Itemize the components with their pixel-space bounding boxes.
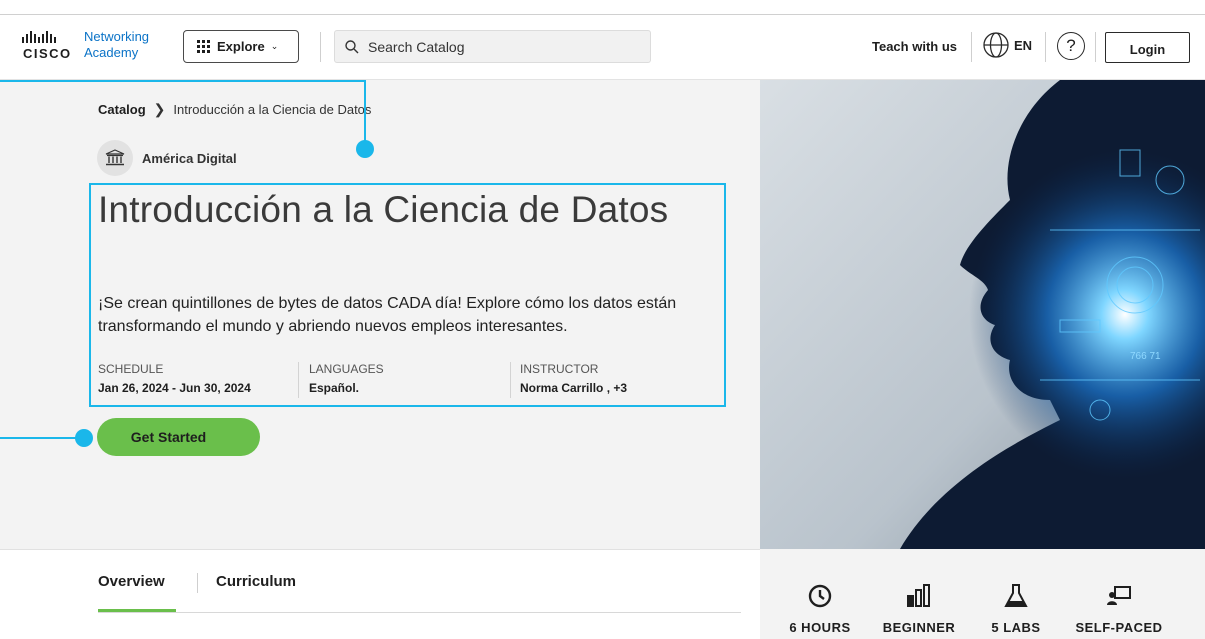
- login-button[interactable]: Login: [1105, 32, 1190, 63]
- breadcrumb: Catalog ❯ Introducción a la Ciencia de D…: [98, 101, 371, 118]
- flask-icon: [971, 580, 1061, 612]
- level-bars-icon: [874, 580, 964, 612]
- organization-name: América Digital: [142, 150, 237, 166]
- tabs-baseline: [98, 612, 741, 613]
- self-paced-icon: [1074, 580, 1164, 612]
- search-box[interactable]: [334, 30, 651, 63]
- callout-line: [364, 80, 366, 148]
- help-button[interactable]: ?: [1057, 32, 1085, 60]
- tabs-bar: [0, 549, 760, 639]
- instructor-block: INSTRUCTOR Norma Carrillo , +3: [520, 362, 627, 395]
- explore-button[interactable]: Explore ⌄: [183, 30, 299, 63]
- stat-level-label: BEGINNER: [882, 620, 956, 635]
- stat-pace-label: SELF-PACED: [1075, 620, 1163, 635]
- hero-image-number: 766 71: [1130, 351, 1161, 362]
- globe-icon: [983, 32, 1009, 58]
- callout-dot: [75, 429, 93, 447]
- stat-pace: SELF-PACED: [1074, 580, 1164, 635]
- header-divider: [971, 32, 972, 62]
- organization-badge: América Digital: [97, 140, 237, 176]
- meta-divider: [298, 362, 299, 398]
- get-started-button[interactable]: Get Started: [97, 418, 260, 456]
- stat-duration-label: 6 HOURS: [789, 620, 851, 635]
- stat-level: BEGINNER: [874, 580, 964, 635]
- logo-line-networking: Networking: [84, 29, 150, 44]
- hero-image: 766 71: [760, 80, 1205, 549]
- language-selector[interactable]: EN: [982, 31, 1032, 59]
- breadcrumb-catalog-link[interactable]: Catalog: [98, 102, 146, 117]
- netacad-logo[interactable]: cisco Networking Academy: [22, 29, 172, 65]
- languages-value: Español.: [309, 381, 360, 395]
- header-divider: [320, 32, 321, 62]
- teach-with-us-link[interactable]: Teach with us: [872, 39, 957, 54]
- callout-line: [0, 437, 84, 439]
- course-title: Introducción a la Ciencia de Datos: [98, 189, 669, 230]
- language-label: EN: [1014, 37, 1033, 53]
- schedule-label: SCHEDULE: [98, 362, 164, 376]
- header-divider: [1095, 32, 1096, 62]
- tab-overview[interactable]: Overview: [98, 573, 165, 590]
- instructor-label: INSTRUCTOR: [520, 362, 599, 376]
- callout-line: [0, 80, 366, 82]
- meta-divider: [510, 362, 511, 398]
- languages-label: LANGUAGES: [309, 362, 384, 376]
- top-navigation-bar: cisco Networking Academy Explore ⌄ Teach…: [0, 14, 1205, 80]
- top-strip: [0, 0, 1205, 14]
- explore-label: Explore: [217, 39, 265, 54]
- tab-divider: [197, 573, 198, 593]
- header-divider: [1045, 32, 1046, 62]
- breadcrumb-current: Introducción a la Ciencia de Datos: [173, 102, 372, 117]
- schedule-block: SCHEDULE Jan 26, 2024 - Jun 30, 2024: [98, 362, 251, 395]
- cisco-wordmark: cisco: [23, 46, 72, 61]
- course-description: ¡Se crean quintillones de bytes de datos…: [98, 295, 677, 335]
- search-icon: [345, 39, 359, 53]
- callout-dot: [356, 140, 374, 158]
- cisco-bars-icon: [22, 31, 56, 43]
- active-tab-indicator: [98, 609, 176, 612]
- tab-curriculum[interactable]: Curriculum: [216, 573, 296, 590]
- stat-labs: 5 LABS: [971, 580, 1061, 635]
- chevron-down-icon: ⌄: [270, 41, 279, 51]
- clock-icon: [775, 580, 865, 612]
- chevron-right-icon: ❯: [153, 101, 166, 117]
- schedule-value: Jan 26, 2024 - Jun 30, 2024: [98, 381, 251, 395]
- logo-line-academy: Academy: [84, 45, 139, 60]
- search-input[interactable]: [368, 38, 628, 55]
- institution-icon: [97, 140, 133, 176]
- stat-duration: 6 HOURS: [775, 580, 865, 635]
- stat-labs-label: 5 LABS: [991, 620, 1041, 635]
- languages-block: LANGUAGES Español.: [309, 362, 384, 395]
- instructor-value[interactable]: Norma Carrillo , +3: [520, 381, 627, 395]
- grid-menu-icon: [197, 40, 210, 53]
